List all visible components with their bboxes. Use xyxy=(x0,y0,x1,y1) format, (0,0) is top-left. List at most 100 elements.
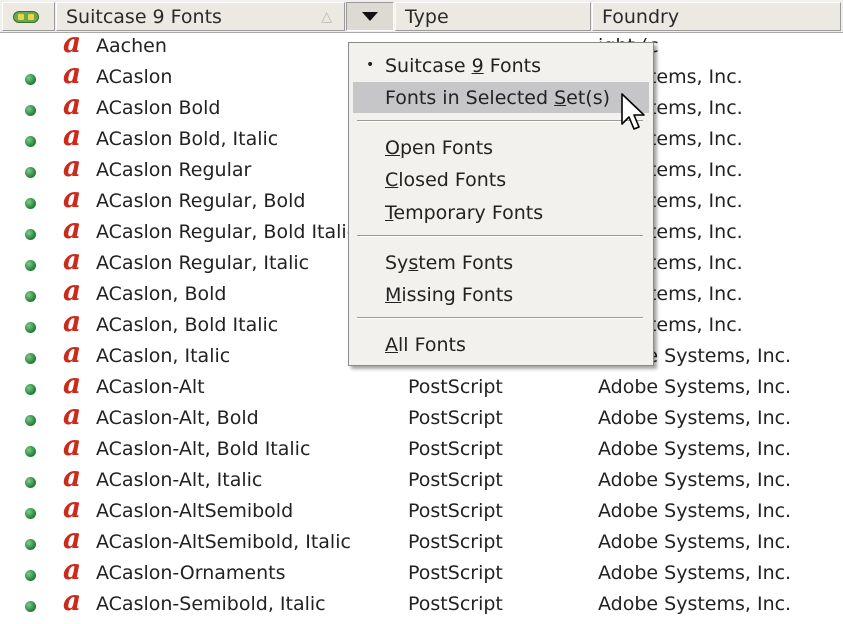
selected-bullet-icon: • xyxy=(366,57,375,73)
font-type-icon: a xyxy=(63,398,82,431)
font-type-icon: a xyxy=(63,491,82,524)
view-filter-menu: • Suitcase 9 Fonts Fonts in Selected Set(s… xyxy=(348,42,654,366)
font-type: PostScript xyxy=(408,438,503,460)
font-type-icon: a xyxy=(63,274,82,307)
font-foundry: Adobe Systems, Inc. xyxy=(598,500,792,522)
font-type: PostScript xyxy=(408,407,503,429)
menu-item-closed-fonts[interactable]: Closed Fonts xyxy=(353,164,649,195)
menu-separator xyxy=(357,120,643,122)
menu-item-system-fonts[interactable]: System Fonts xyxy=(353,247,649,278)
sort-ascending-icon: △ xyxy=(321,9,332,25)
font-name: ACaslon Regular, Bold Italic xyxy=(96,221,358,243)
menu-item-label: Open Fonts xyxy=(385,136,494,159)
font-type-icon: a xyxy=(63,522,82,555)
font-foundry: Adobe Systems, Inc. xyxy=(598,407,792,429)
font-name: ACaslon, Italic xyxy=(96,345,231,367)
font-row[interactable]: a ACaslon-Alt, Italic PostScript Adobe Syst… xyxy=(0,460,843,496)
menu-item-label: System Fonts xyxy=(385,251,514,274)
menu-item-all-fonts[interactable]: All Fonts xyxy=(353,329,649,360)
active-status-dot-icon xyxy=(25,322,36,333)
font-type: PostScript xyxy=(408,531,503,553)
menu-item-missing-fonts[interactable]: Missing Fonts xyxy=(353,279,649,310)
foundry-column-label: Foundry xyxy=(602,5,680,28)
active-status-dot-icon xyxy=(25,570,36,581)
type-column-label: Type xyxy=(405,5,449,28)
active-status-dot-icon xyxy=(25,446,36,457)
font-type: PostScript xyxy=(408,562,503,584)
active-status-dot-icon xyxy=(25,508,36,519)
font-foundry: Adobe Systems, Inc. xyxy=(598,438,792,460)
active-status-dot-icon xyxy=(25,198,36,209)
menu-item-label: Temporary Fonts xyxy=(385,201,544,224)
name-column-label: Suitcase 9 Fonts xyxy=(66,5,222,28)
menu-item-fonts-in-selected-sets[interactable]: Fonts in Selected Set(s) xyxy=(353,82,649,113)
menu-item-suitcase-fonts[interactable]: • Suitcase 9 Fonts xyxy=(353,50,649,81)
font-name: ACaslon-Semibold, Italic xyxy=(96,593,326,615)
font-name: ACaslon-Alt, Italic xyxy=(96,469,263,491)
font-type-icon: a xyxy=(63,26,82,59)
font-type: PostScript xyxy=(408,593,503,615)
font-name: ACaslon Regular, Bold xyxy=(96,190,306,212)
font-type-icon: a xyxy=(63,88,82,121)
chevron-down-icon xyxy=(362,12,378,21)
menu-item-label: Fonts in Selected Set(s) xyxy=(385,86,611,109)
status-column-header[interactable] xyxy=(2,2,55,31)
font-row[interactable]: a ACaslon-Alt, Bold Italic PostScript Adobe… xyxy=(0,429,843,465)
font-name: ACaslon, Bold xyxy=(96,283,227,305)
menu-separator xyxy=(357,235,643,237)
font-type-icon: a xyxy=(63,243,82,276)
active-status-dot-icon xyxy=(25,539,36,550)
font-type-icon: a xyxy=(63,367,82,400)
font-type-icon: a xyxy=(63,305,82,338)
active-status-dot-icon xyxy=(25,229,36,240)
active-status-dot-icon xyxy=(25,260,36,271)
font-type-icon: a xyxy=(63,150,82,183)
font-name: ACaslon-Ornaments xyxy=(96,562,286,584)
active-status-dot-icon xyxy=(25,136,36,147)
active-status-dot-icon xyxy=(25,477,36,488)
name-column-header[interactable]: Suitcase 9 Fonts △ xyxy=(56,2,345,31)
column-header-bar: Suitcase 9 Fonts △ Type Foundry xyxy=(0,0,843,33)
font-name: ACaslon-Alt, Bold Italic xyxy=(96,438,311,460)
foundry-column-header[interactable]: Foundry xyxy=(592,2,841,31)
font-type-icon: a xyxy=(63,336,82,369)
view-dropdown-button[interactable] xyxy=(346,2,394,31)
font-name: ACaslon, Bold Italic xyxy=(96,314,279,336)
font-type-icon: a xyxy=(63,584,82,617)
font-name: ACaslon Bold xyxy=(96,97,221,119)
active-status-dot-icon xyxy=(25,415,36,426)
active-status-dot-icon xyxy=(25,74,36,85)
font-row[interactable]: a ACaslon-AltSemibold PostScript Adobe Syst… xyxy=(0,491,843,527)
active-status-dot-icon xyxy=(25,384,36,395)
font-type: PostScript xyxy=(408,376,503,398)
font-foundry: Adobe Systems, Inc. xyxy=(598,593,792,615)
font-type-icon: a xyxy=(63,57,82,90)
font-row[interactable]: a ACaslon-AltSemibold, Italic PostScript Ad… xyxy=(0,522,843,558)
menu-item-temporary-fonts[interactable]: Temporary Fonts xyxy=(353,197,649,228)
font-row[interactable]: a ACaslon-Alt, Bold PostScript Adobe System… xyxy=(0,398,843,434)
font-row[interactable]: a ACaslon-Semibold, Italic PostScript Adobe… xyxy=(0,584,843,620)
font-type-icon: a xyxy=(63,212,82,245)
active-status-dot-icon xyxy=(25,601,36,612)
font-name: Aachen xyxy=(96,35,167,57)
active-status-dot-icon xyxy=(25,167,36,178)
menu-item-label: Suitcase 9 Fonts xyxy=(385,54,541,77)
font-type-icon: a xyxy=(63,181,82,214)
font-type-icon: a xyxy=(63,553,82,586)
font-row[interactable]: a ACaslon-Ornaments PostScript Adobe System… xyxy=(0,553,843,589)
menu-item-label: All Fonts xyxy=(385,333,466,356)
font-type-icon: a xyxy=(63,119,82,152)
type-column-header[interactable]: Type xyxy=(395,2,591,31)
menu-item-open-fonts[interactable]: Open Fonts xyxy=(353,132,649,163)
font-name: ACaslon-AltSemibold xyxy=(96,500,294,522)
font-name: ACaslon-AltSemibold, Italic xyxy=(96,531,351,553)
font-foundry: Adobe Systems, Inc. xyxy=(598,562,792,584)
font-type-icon: a xyxy=(63,429,82,462)
menu-item-label: Missing Fonts xyxy=(385,283,514,306)
active-status-dot-icon xyxy=(25,353,36,364)
mouse-pointer-icon xyxy=(621,93,645,130)
font-name: ACaslon xyxy=(96,66,173,88)
font-row[interactable]: a ACaslon-Alt PostScript Adobe Systems, Inc… xyxy=(0,367,843,403)
font-type: PostScript xyxy=(408,469,503,491)
font-foundry: Adobe Systems, Inc. xyxy=(598,531,792,553)
